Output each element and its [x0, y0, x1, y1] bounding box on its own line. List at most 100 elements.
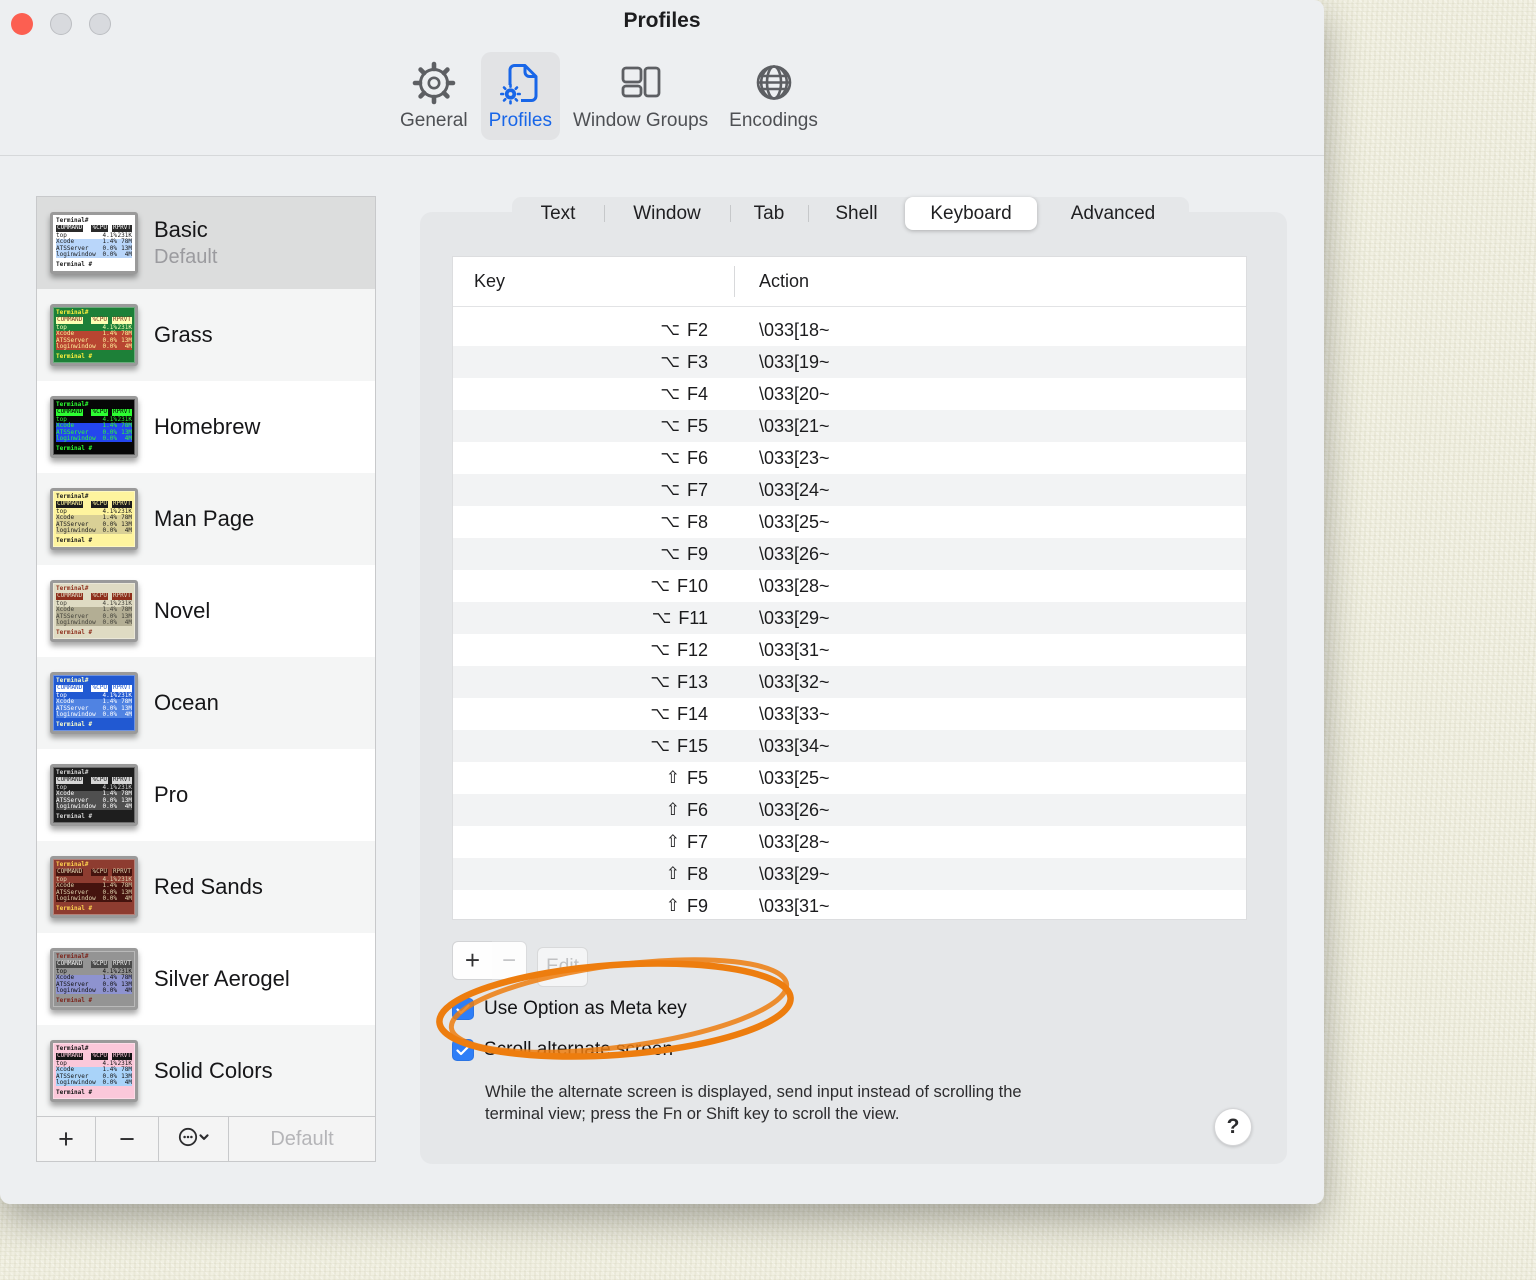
key-binding-row[interactable]: ⌥ F9 \033[26~	[453, 538, 1246, 570]
key-binding-row[interactable]: ⌥ F12 \033[31~	[453, 634, 1246, 666]
gear-icon	[411, 58, 457, 108]
profile-thumbnail: Terminal# COMMAND %CPU RPRVT top 4.1% 231K Xc…	[50, 304, 138, 366]
function-key-label: F11	[678, 607, 708, 628]
key-binding-row[interactable]: ⌥ F8 \033[25~	[453, 506, 1246, 538]
function-key-label: F3	[686, 351, 708, 372]
profile-row-pro[interactable]: Terminal# COMMAND %CPU RPRVT top 4.1% 231K Xc…	[37, 749, 375, 841]
profile-thumbnail: Terminal# COMMAND %CPU RPRVT top 4.1% 231K Xc…	[50, 856, 138, 918]
profile-actions-menu-button[interactable]	[159, 1117, 229, 1161]
profile-name: Pro	[154, 782, 189, 807]
set-default-profile-button[interactable]: Default	[229, 1117, 375, 1161]
modifier-key-icon: ⌥	[660, 448, 680, 468]
tab-keyboard[interactable]: Keyboard	[905, 197, 1037, 230]
key-binding-row[interactable]: ⌥ F5 \033[21~	[453, 410, 1246, 442]
window-groups-icon	[618, 58, 664, 108]
key-binding-row[interactable]: ⇧ F6 \033[26~	[453, 794, 1246, 826]
modifier-key-icon: ⌥	[660, 480, 680, 500]
toolbar-item-encodings[interactable]: Encodings	[721, 52, 826, 140]
function-key-label: F9	[686, 543, 708, 564]
action-cell: \033[29~	[759, 607, 830, 628]
key-cell: ⇧ F6	[453, 800, 734, 821]
add-profile-button[interactable]: +	[37, 1117, 96, 1161]
tab-window[interactable]: Window	[604, 197, 730, 230]
column-header-key[interactable]: Key	[474, 271, 505, 292]
action-cell: \033[32~	[759, 671, 830, 692]
toolbar-item-profiles[interactable]: Profiles	[480, 52, 560, 140]
modifier-key-icon: ⇧	[665, 864, 680, 884]
table-header: Key Action	[453, 257, 1246, 307]
profile-row-ocean[interactable]: Terminal# COMMAND %CPU RPRVT top 4.1% 231K Xc…	[37, 657, 375, 749]
profile-row-novel[interactable]: Terminal# COMMAND %CPU RPRVT top 4.1% 231K Xc…	[37, 565, 375, 657]
add-key-binding-button[interactable]: +	[452, 941, 493, 980]
toolbar-item-general[interactable]: General	[392, 52, 476, 140]
modifier-key-icon: ⇧	[665, 896, 680, 916]
key-cell: ⌥ F2	[453, 320, 734, 341]
checkbox-checked-icon[interactable]	[452, 1039, 474, 1061]
profile-thumbnail: Terminal# COMMAND %CPU RPRVT top 4.1% 231K Xc…	[50, 1040, 138, 1102]
profile-section-tabs: Text Window Tab Shell Keyboard Advanced	[512, 197, 1189, 230]
remove-key-binding-button[interactable]: −	[492, 941, 527, 980]
function-key-label: F4	[686, 383, 708, 404]
function-key-label: F15	[676, 735, 708, 756]
scroll-alternate-screen-checkbox-row[interactable]: Scroll alternate screen	[452, 1039, 673, 1061]
function-key-label: F6	[686, 447, 708, 468]
help-button[interactable]: ?	[1214, 1108, 1252, 1146]
modifier-key-icon: ⌥	[650, 672, 670, 692]
action-cell: \033[28~	[759, 575, 830, 596]
toolbar-item-window-groups[interactable]: Window Groups	[565, 52, 716, 140]
profile-row-homebrew[interactable]: Terminal# COMMAND %CPU RPRVT top 4.1% 231K Xc…	[37, 381, 375, 473]
profile-name: Grass	[154, 322, 213, 347]
remove-profile-button[interactable]: −	[96, 1117, 159, 1161]
key-cell: ⌥ F14	[453, 704, 734, 725]
tab-tab[interactable]: Tab	[730, 197, 808, 230]
key-binding-row[interactable]: ⌥ F11 \033[29~	[453, 602, 1246, 634]
edit-key-binding-button[interactable]: Edit	[537, 947, 588, 987]
modifier-key-icon: ⌥	[650, 704, 670, 724]
key-binding-row[interactable]: ⌥ F6 \033[23~	[453, 442, 1246, 474]
profile-row-man-page[interactable]: Terminal# COMMAND %CPU RPRVT top 4.1% 231K Xc…	[37, 473, 375, 565]
sidebar-footer-bar: + − Default	[37, 1116, 375, 1161]
column-header-action[interactable]: Action	[759, 271, 809, 292]
use-option-as-meta-key-checkbox-row[interactable]: Use Option as Meta key	[452, 998, 687, 1020]
toolbar-label-profiles: Profiles	[488, 110, 552, 131]
key-binding-row[interactable]: ⇧ F8 \033[29~	[453, 858, 1246, 890]
profile-row-silver-aerogel[interactable]: Terminal# COMMAND %CPU RPRVT top 4.1% 231K Xc…	[37, 933, 375, 1025]
profile-default-badge: Default	[154, 246, 218, 268]
key-binding-row[interactable]: ⌥ F15 \033[34~	[453, 730, 1246, 762]
key-cell: ⌥ F4	[453, 384, 734, 405]
tab-shell[interactable]: Shell	[808, 197, 905, 230]
key-binding-row[interactable]: ⌥ F13 \033[32~	[453, 666, 1246, 698]
profile-row-solid-colors[interactable]: Terminal# COMMAND %CPU RPRVT top 4.1% 231K Xc…	[37, 1025, 375, 1117]
profile-thumbnail: Terminal# COMMAND %CPU RPRVT top 4.1% 231K Xc…	[50, 672, 138, 734]
tab-text[interactable]: Text	[512, 197, 604, 230]
key-binding-row[interactable]: ⌥ F2 \033[18~	[453, 314, 1246, 346]
function-key-label: F2	[686, 319, 708, 340]
checkbox-checked-icon[interactable]	[452, 998, 474, 1020]
modifier-key-icon: ⌥	[650, 640, 670, 660]
key-binding-row[interactable]: ⇧ F7 \033[28~	[453, 826, 1246, 858]
key-cell: ⌥ F5	[453, 416, 734, 437]
profile-row-red-sands[interactable]: Terminal# COMMAND %CPU RPRVT top 4.1% 231K Xc…	[37, 841, 375, 933]
key-binding-row[interactable]: ⌥ F7 \033[24~	[453, 474, 1246, 506]
tab-advanced[interactable]: Advanced	[1037, 197, 1189, 230]
key-cell: ⌥ F11	[453, 608, 734, 629]
key-binding-row[interactable]: ⌥ F14 \033[33~	[453, 698, 1246, 730]
action-cell: \033[19~	[759, 351, 830, 372]
column-divider[interactable]	[734, 266, 735, 297]
key-binding-row[interactable]: ⌥ F4 \033[20~	[453, 378, 1246, 410]
key-binding-row[interactable]: ⌥ F10 \033[28~	[453, 570, 1246, 602]
key-binding-row[interactable]: ⌥ F3 \033[19~	[453, 346, 1246, 378]
profile-thumbnail: Terminal# COMMAND %CPU RPRVT top 4.1% 231K Xc…	[50, 948, 138, 1010]
desktop: Profiles General Profiles Window Groups …	[0, 0, 1536, 1280]
profile-name: Man Page	[154, 506, 255, 531]
key-binding-row[interactable]: ⇧ F5 \033[25~	[453, 762, 1246, 794]
function-key-label: F13	[676, 671, 708, 692]
table-body: ⌥ F2 \033[18~ ⌥ F3 \033[19~ ⌥ F4 \033[20…	[453, 314, 1246, 922]
profile-name: Silver Aerogel	[154, 966, 290, 991]
key-binding-row[interactable]: ⇧ F9 \033[31~	[453, 890, 1246, 922]
modifier-key-icon: ⌥	[650, 576, 670, 596]
profile-name: Red Sands	[154, 874, 263, 899]
profile-row-grass[interactable]: Terminal# COMMAND %CPU RPRVT top 4.1% 231K Xc…	[37, 289, 375, 381]
key-cell: ⇧ F7	[453, 832, 734, 853]
profile-row-basic[interactable]: Terminal# COMMAND %CPU RPRVT top 4.1% 231K Xc…	[37, 197, 375, 289]
